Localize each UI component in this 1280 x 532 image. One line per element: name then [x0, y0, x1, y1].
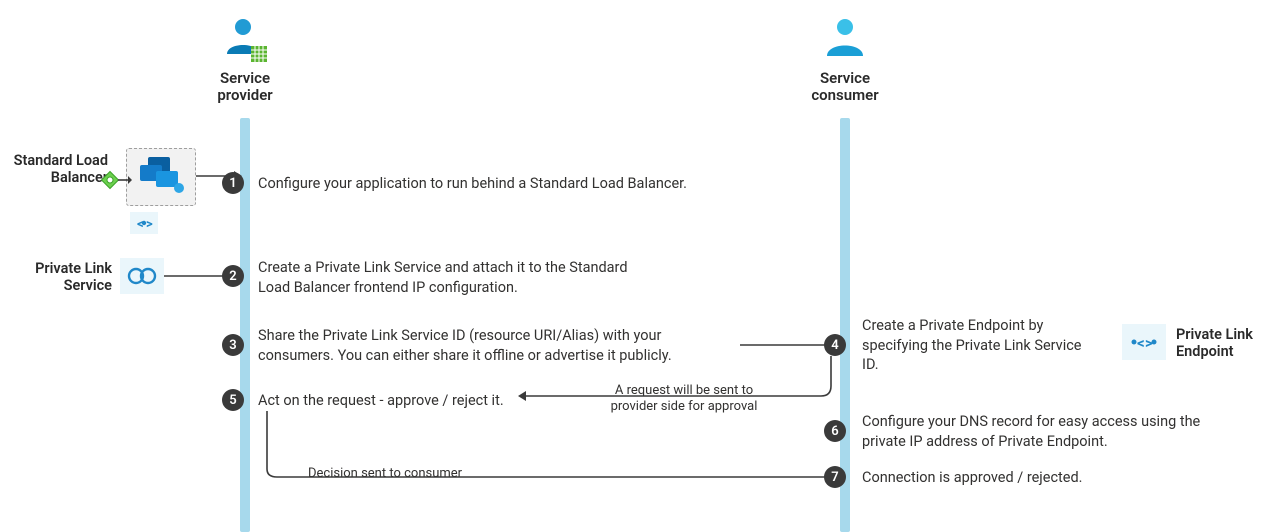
private-link-icon: < >	[132, 214, 156, 232]
step-num-5: 5	[229, 393, 236, 408]
step-bullet-5: 5	[222, 389, 244, 411]
svg-text:>: >	[146, 217, 153, 232]
step-bullet-6: 6	[824, 420, 846, 442]
arrow-step4-to-step5	[518, 356, 836, 416]
person-icon	[821, 16, 869, 64]
private-link-service-icon	[124, 262, 160, 290]
step-bullet-1: 1	[222, 172, 244, 194]
step-num-4: 4	[831, 338, 838, 353]
step-bullet-7: 7	[824, 466, 846, 488]
link-icon-plate: < >	[130, 212, 158, 234]
actor-provider-label: Serviceprovider	[200, 70, 290, 105]
step-text-6: Configure your DNS record for easy acces…	[862, 412, 1202, 451]
label-standard-load-balancer: Standard LoadBalancer	[2, 152, 108, 187]
step-bullet-2: 2	[222, 265, 244, 287]
diagram-canvas: Serviceprovider Serviceconsumer Standard…	[0, 0, 1280, 532]
actor-consumer: Serviceconsumer	[800, 16, 890, 105]
arrow-step5-to-step7	[262, 411, 842, 487]
step-num-3: 3	[229, 338, 236, 353]
svg-text:<: <	[1137, 334, 1145, 352]
private-link-endpoint-icon-plate: < >	[1122, 324, 1166, 360]
step-text-5: Act on the request - approve / reject it…	[258, 391, 558, 411]
step-num-6: 6	[831, 424, 838, 439]
step-num-1: 1	[229, 176, 236, 191]
svg-text:>: >	[1145, 334, 1153, 352]
private-link-endpoint-icon: < >	[1126, 328, 1162, 356]
step-num-2: 2	[229, 269, 236, 284]
step-text-1: Configure your application to run behind…	[258, 174, 758, 194]
label-private-link-endpoint: Private LinkEndpoint	[1176, 326, 1276, 361]
step-bullet-4: 4	[824, 334, 846, 356]
private-link-service-icon-plate	[120, 258, 164, 294]
lb-diamond-icon	[98, 168, 132, 192]
step-num-7: 7	[831, 470, 838, 485]
vm-cluster-icon	[140, 155, 184, 195]
person-icon	[221, 16, 269, 64]
step-text-4: Create a Private Endpoint by specifying …	[862, 316, 1096, 375]
actor-consumer-label: Serviceconsumer	[800, 70, 890, 105]
step-text-2: Create a Private Link Service and attach…	[258, 258, 638, 297]
step-bullet-3: 3	[222, 334, 244, 356]
actor-provider: Serviceprovider	[200, 16, 290, 105]
step-text-7: Connection is approved / rejected.	[862, 468, 1162, 488]
label-private-link-service: Private LinkService	[22, 260, 112, 295]
